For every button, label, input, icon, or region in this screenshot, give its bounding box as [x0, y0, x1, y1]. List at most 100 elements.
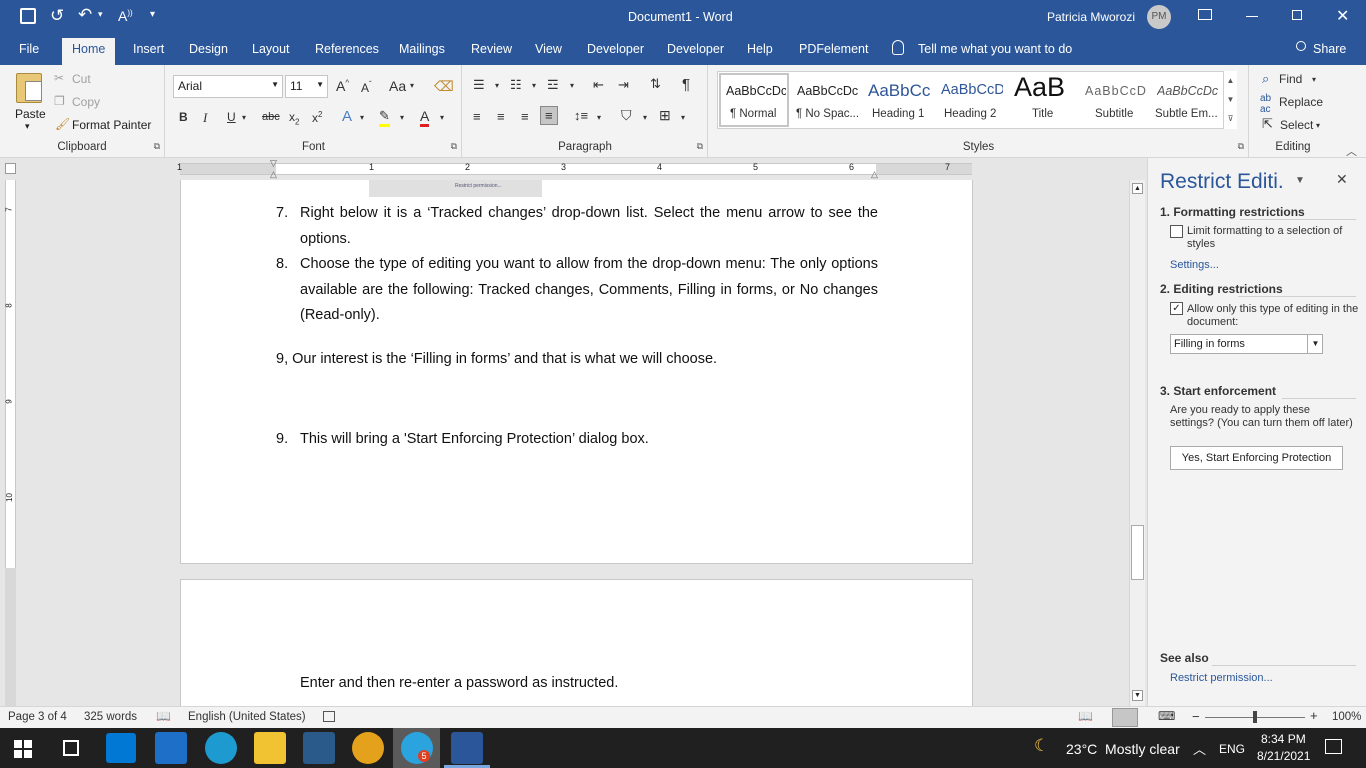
justify-icon[interactable]: ≡: [540, 106, 558, 125]
find-dropdown-icon[interactable]: ▾: [1312, 75, 1316, 84]
scroll-thumb[interactable]: [1131, 525, 1144, 580]
zoom-level[interactable]: 100%: [1332, 711, 1361, 723]
decrease-indent-icon[interactable]: ⇤: [593, 77, 604, 93]
multilevel-dropdown-icon[interactable]: ▾: [570, 81, 574, 90]
highlight-icon[interactable]: ✎: [379, 108, 390, 127]
list-item-8-line3[interactable]: (Read-only).: [300, 303, 380, 329]
settings-link[interactable]: Settings...: [1170, 259, 1219, 271]
list-item-9[interactable]: This will bring a 'Start Enforcing Prote…: [300, 427, 649, 453]
superscript-icon[interactable]: x2: [312, 110, 322, 125]
minimize-icon[interactable]: [1246, 16, 1258, 17]
tray-chevron-icon[interactable]: ︿: [1193, 739, 1206, 758]
share-button[interactable]: Share: [1313, 42, 1346, 56]
copy-icon[interactable]: ❐: [54, 94, 65, 108]
shrink-font-icon[interactable]: Aˇ: [361, 80, 372, 95]
proofing-icon[interactable]: 📖: [156, 709, 171, 723]
paragraph-launcher-icon[interactable]: ⧉: [697, 141, 703, 152]
word-count[interactable]: 325 words: [84, 711, 137, 723]
borders-dropdown-icon[interactable]: ▾: [681, 113, 685, 122]
multilevel-list-icon[interactable]: ☲: [547, 77, 559, 93]
restore-icon[interactable]: [1292, 10, 1302, 20]
share-icon[interactable]: [1296, 41, 1306, 51]
font-size-dropdown-icon[interactable]: ▼: [316, 80, 324, 89]
tab-developer[interactable]: Developer: [587, 42, 644, 56]
pane-close-icon[interactable]: ✕: [1336, 171, 1348, 188]
paragraph-choose-forms[interactable]: 9, Our interest is the ‘Filling in forms…: [276, 347, 717, 373]
font-name-box[interactable]: Arial ▼: [173, 75, 283, 98]
shading-dropdown-icon[interactable]: ▾: [643, 113, 647, 122]
undo-dropdown-icon[interactable]: ▾: [98, 9, 103, 20]
zoom-slider-thumb[interactable]: [1253, 711, 1257, 723]
user-name[interactable]: Patricia Mworozi: [1047, 10, 1135, 24]
zoom-in-icon[interactable]: +: [1310, 708, 1318, 723]
lightbulb-icon[interactable]: [892, 40, 904, 55]
select-button[interactable]: Select: [1280, 118, 1313, 132]
action-center-icon[interactable]: [1325, 739, 1342, 754]
numbering-icon[interactable]: ☷: [510, 77, 522, 93]
ribbon-display-options-icon[interactable]: [1198, 9, 1212, 20]
windows-start-icon[interactable]: [14, 740, 32, 758]
hanging-indent-marker-icon[interactable]: △: [270, 169, 277, 180]
numbering-dropdown-icon[interactable]: ▾: [532, 81, 536, 90]
font-size-box[interactable]: 11 ▼: [285, 75, 328, 98]
start-enforcing-button[interactable]: Yes, Start Enforcing Protection: [1170, 446, 1343, 470]
tab-layout[interactable]: Layout: [252, 42, 290, 56]
replace-button[interactable]: Replace: [1279, 95, 1323, 109]
store-icon[interactable]: [106, 733, 136, 763]
tab-selector-icon[interactable]: [5, 163, 16, 174]
find-button[interactable]: Find: [1279, 72, 1302, 86]
font-launcher-icon[interactable]: ⧉: [451, 141, 457, 152]
page-3[interactable]: Restrict permission... 7. Right below it…: [180, 180, 973, 564]
bullets-dropdown-icon[interactable]: ▾: [495, 81, 499, 90]
clipboard-launcher-icon[interactable]: ⧉: [154, 141, 160, 152]
restrict-permission-link[interactable]: Restrict permission...: [1170, 672, 1273, 684]
select-icon[interactable]: ⇱: [1262, 116, 1273, 132]
read-mode-icon[interactable]: 📖: [1078, 709, 1093, 723]
editing-type-dropdown-icon[interactable]: ▼: [1307, 334, 1323, 354]
avatar[interactable]: PM: [1147, 5, 1171, 29]
vertical-scrollbar[interactable]: ▲ ▼: [1129, 180, 1145, 706]
find-icon[interactable]: ⌕: [1262, 71, 1269, 87]
text-effects-dropdown-icon[interactable]: ▾: [360, 113, 364, 122]
tab-file[interactable]: File: [19, 42, 39, 56]
list-item-8-line2[interactable]: available are the following: Tracked cha…: [300, 278, 878, 304]
page-4[interactable]: Enter and then re-enter a password as in…: [180, 579, 973, 706]
page4-password-line[interactable]: Enter and then re-enter a password as in…: [300, 671, 618, 697]
mail-icon[interactable]: [155, 732, 187, 764]
task-view-icon[interactable]: [63, 740, 79, 756]
tab-design[interactable]: Design: [189, 42, 228, 56]
tab-home[interactable]: Home: [62, 38, 116, 65]
style-no-spacing-preview[interactable]: AaBbCcDc: [797, 84, 859, 98]
style-subtitle-preview[interactable]: AaBbCcD: [1085, 84, 1149, 98]
macro-recording-icon[interactable]: [323, 711, 335, 722]
change-case-icon[interactable]: Aa: [389, 78, 406, 94]
style-title-preview[interactable]: AaB: [1014, 72, 1065, 103]
paste-button[interactable]: Paste: [15, 107, 46, 121]
zoom-out-icon[interactable]: −: [1192, 709, 1200, 724]
collapse-ribbon-icon[interactable]: ︿: [1346, 143, 1357, 159]
strikethrough-icon[interactable]: abc: [262, 111, 280, 123]
save-icon[interactable]: [20, 8, 36, 24]
edge-icon[interactable]: [205, 732, 237, 764]
vertical-ruler[interactable]: 7 8 9 10: [5, 180, 16, 568]
underline-dropdown-icon[interactable]: ▾: [242, 113, 246, 122]
tab-pdfelement[interactable]: PDFelement: [799, 42, 868, 56]
grow-font-icon[interactable]: A^: [336, 78, 349, 94]
subscript-icon[interactable]: x2: [289, 110, 299, 126]
style-subtle-emphasis-preview[interactable]: AaBbCcDc: [1157, 84, 1221, 98]
right-indent-marker-icon[interactable]: △: [871, 169, 878, 180]
clock-time[interactable]: 8:34 PM: [1261, 732, 1306, 746]
font-color-dropdown-icon[interactable]: ▾: [440, 113, 444, 122]
styles-up-icon[interactable]: ▲: [1224, 71, 1237, 90]
print-layout-icon[interactable]: [1112, 708, 1138, 727]
paste-dropdown-icon[interactable]: ▾: [25, 121, 30, 132]
sort-icon[interactable]: ⇅: [650, 76, 661, 92]
underline-icon[interactable]: U: [227, 110, 236, 124]
font-name-dropdown-icon[interactable]: ▼: [271, 80, 279, 89]
close-icon[interactable]: ✕: [1336, 6, 1349, 26]
cut-button[interactable]: Cut: [72, 72, 91, 86]
customize-qat-icon[interactable]: ▾: [150, 9, 155, 20]
clear-formatting-icon[interactable]: ⌫: [434, 78, 454, 95]
align-center-icon[interactable]: ≡: [497, 109, 505, 124]
file-explorer-icon[interactable]: [254, 732, 286, 764]
